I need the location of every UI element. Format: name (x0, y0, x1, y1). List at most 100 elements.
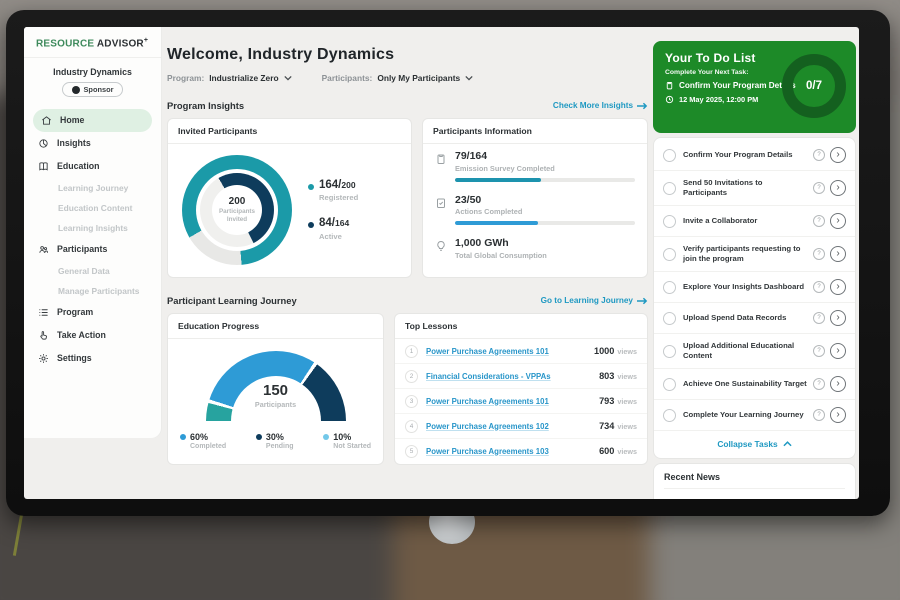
sidebar-item-learning-insights[interactable]: Learning Insights (24, 218, 161, 238)
sponsor-icon (72, 86, 80, 94)
org-name: Industry Dynamics (32, 67, 153, 77)
donut-center-value: 200 (229, 196, 246, 207)
task-row[interactable]: Upload Additional Educational Content ? … (654, 334, 855, 369)
chevron-right-button[interactable]: › (830, 180, 846, 196)
todo-list-card: Confirm Your Program Details ? › Send 50… (653, 137, 856, 459)
views-count: 600 (599, 446, 614, 456)
monitor-bezel: RESOURCE ADVISOR+ Industry Dynamics Spon… (6, 10, 890, 516)
help-icon[interactable]: ? (813, 281, 825, 293)
help-icon[interactable]: ? (813, 149, 825, 161)
chevron-right-button[interactable]: › (830, 279, 846, 295)
task-row[interactable]: Explore Your Insights Dashboard ? › (654, 272, 855, 303)
task-checkbox[interactable] (663, 409, 676, 422)
sidebar-item-education[interactable]: Education (24, 155, 161, 178)
filters-row: Program: Industrialize Zero Participants… (167, 73, 648, 83)
chevron-right-button[interactable]: › (830, 246, 846, 262)
collapse-tasks-link[interactable]: Collapse Tasks (654, 431, 855, 456)
active-label: Active (319, 232, 349, 241)
legend-dot (323, 434, 329, 440)
book-icon (38, 161, 49, 172)
donut-legend: 164/200 Registered 84/164 Active (308, 180, 358, 241)
sidebar-item-take-action[interactable]: Take Action (24, 324, 161, 347)
help-icon[interactable]: ? (813, 409, 825, 421)
participants-filter[interactable]: Participants: Only My Participants (322, 73, 474, 83)
help-icon[interactable]: ? (813, 182, 825, 194)
link-label: Check More Insights (553, 101, 633, 110)
task-row[interactable]: Confirm Your Program Details ? › (654, 140, 855, 171)
lesson-link[interactable]: Power Purchase Agreements 101 (426, 397, 599, 406)
section-title: Program Insights (167, 100, 244, 111)
sidebar-item-program[interactable]: Program (24, 301, 161, 324)
sidebar-item-label: Program (57, 307, 93, 317)
sidebar-item-label: Take Action (57, 330, 106, 340)
task-label: Achieve One Sustainability Target (683, 379, 808, 389)
task-checkbox[interactable] (663, 248, 676, 261)
registered-total: 200 (341, 180, 355, 190)
task-label: Upload Spend Data Records (683, 313, 808, 323)
sidebar-item-participants[interactable]: Participants (24, 238, 161, 261)
task-checkbox[interactable] (663, 149, 676, 162)
active-total: 164 (335, 218, 349, 228)
views-count: 803 (599, 371, 614, 381)
top-lessons-card: Top Lessons 1 Power Purchase Agreements … (394, 313, 648, 465)
list-icon (38, 307, 49, 318)
task-label: Send 50 Invitations to Participants (683, 178, 808, 198)
lesson-link[interactable]: Financial Considerations - VPPAs (426, 372, 599, 381)
task-checkbox[interactable] (663, 281, 676, 294)
todo-panel: Your To Do List Complete Your Next Task:… (653, 27, 856, 499)
education-gauge-chart: 150 Participants (206, 351, 346, 423)
lesson-link[interactable]: Power Purchase Agreements 103 (426, 447, 599, 456)
chevron-right-button[interactable]: › (830, 343, 846, 359)
sidebar-item-education-content[interactable]: Education Content (24, 198, 161, 218)
chevron-right-button[interactable]: › (830, 407, 846, 423)
sidebar-item-settings[interactable]: Settings (24, 347, 161, 370)
arrow-right-icon (637, 102, 648, 110)
sponsor-badge[interactable]: Sponsor (62, 82, 124, 97)
task-row[interactable]: Verify participants requesting to join t… (654, 237, 855, 272)
task-row[interactable]: Invite a Collaborator ? › (654, 206, 855, 237)
task-checkbox[interactable] (663, 215, 676, 228)
donut-center-label: Participants Invited (215, 208, 259, 224)
sidebar-item-home[interactable]: Home (33, 109, 152, 132)
task-checkbox[interactable] (663, 312, 676, 325)
chevron-right-button[interactable]: › (830, 213, 846, 229)
sidebar-item-learning-journey[interactable]: Learning Journey (24, 178, 161, 198)
arrow-right-icon (637, 297, 648, 305)
legend-active: 84/164 Active (308, 218, 358, 241)
task-checkbox[interactable] (663, 345, 676, 358)
insights-cards-row: Invited Participants 200 Participants In… (167, 118, 648, 278)
task-row[interactable]: Send 50 Invitations to Participants ? › (654, 171, 855, 206)
sidebar-item-insights[interactable]: Insights (24, 132, 161, 155)
check-more-insights-link[interactable]: Check More Insights (553, 101, 648, 110)
task-label: Invite a Collaborator (683, 216, 808, 226)
help-icon[interactable]: ? (813, 248, 825, 260)
sidebar-item-manage-participants[interactable]: Manage Participants (24, 281, 161, 301)
task-row[interactable]: Achieve One Sustainability Target ? › (654, 369, 855, 400)
chevron-right-button[interactable]: › (830, 310, 846, 326)
help-icon[interactable]: ? (813, 215, 825, 227)
section-title: Participant Learning Journey (167, 295, 297, 306)
education-progress-card: Education Progress 150 Participants 60 (167, 313, 384, 465)
go-to-learning-journey-link[interactable]: Go to Learning Journey (541, 296, 648, 305)
help-icon[interactable]: ? (813, 312, 825, 324)
task-row[interactable]: Complete Your Learning Journey ? › (654, 400, 855, 431)
lesson-link[interactable]: Power Purchase Agreements 101 (426, 347, 594, 356)
chevron-right-button[interactable]: › (830, 376, 846, 392)
actions-completed-row: 23/50 Actions Completed (423, 188, 647, 232)
lesson-link[interactable]: Power Purchase Agreements 102 (426, 422, 599, 431)
hand-pointer-icon (38, 330, 49, 341)
help-icon[interactable]: ? (813, 345, 825, 357)
help-icon[interactable]: ? (813, 378, 825, 390)
task-row[interactable]: Upload Spend Data Records ? › (654, 303, 855, 334)
checklist-icon (435, 197, 447, 209)
sidebar: RESOURCE ADVISOR+ Industry Dynamics Spon… (24, 27, 161, 438)
legend-not-started: 10% Not Started (323, 432, 371, 450)
task-checkbox[interactable] (663, 182, 676, 195)
clipboard-icon (435, 153, 447, 165)
pie-chart-icon (38, 138, 49, 149)
chevron-right-button[interactable]: › (830, 147, 846, 163)
task-checkbox[interactable] (663, 378, 676, 391)
program-filter[interactable]: Program: Industrialize Zero (167, 73, 292, 83)
learning-cards-row: Education Progress 150 Participants 60 (167, 313, 648, 465)
sidebar-item-general-data[interactable]: General Data (24, 261, 161, 281)
